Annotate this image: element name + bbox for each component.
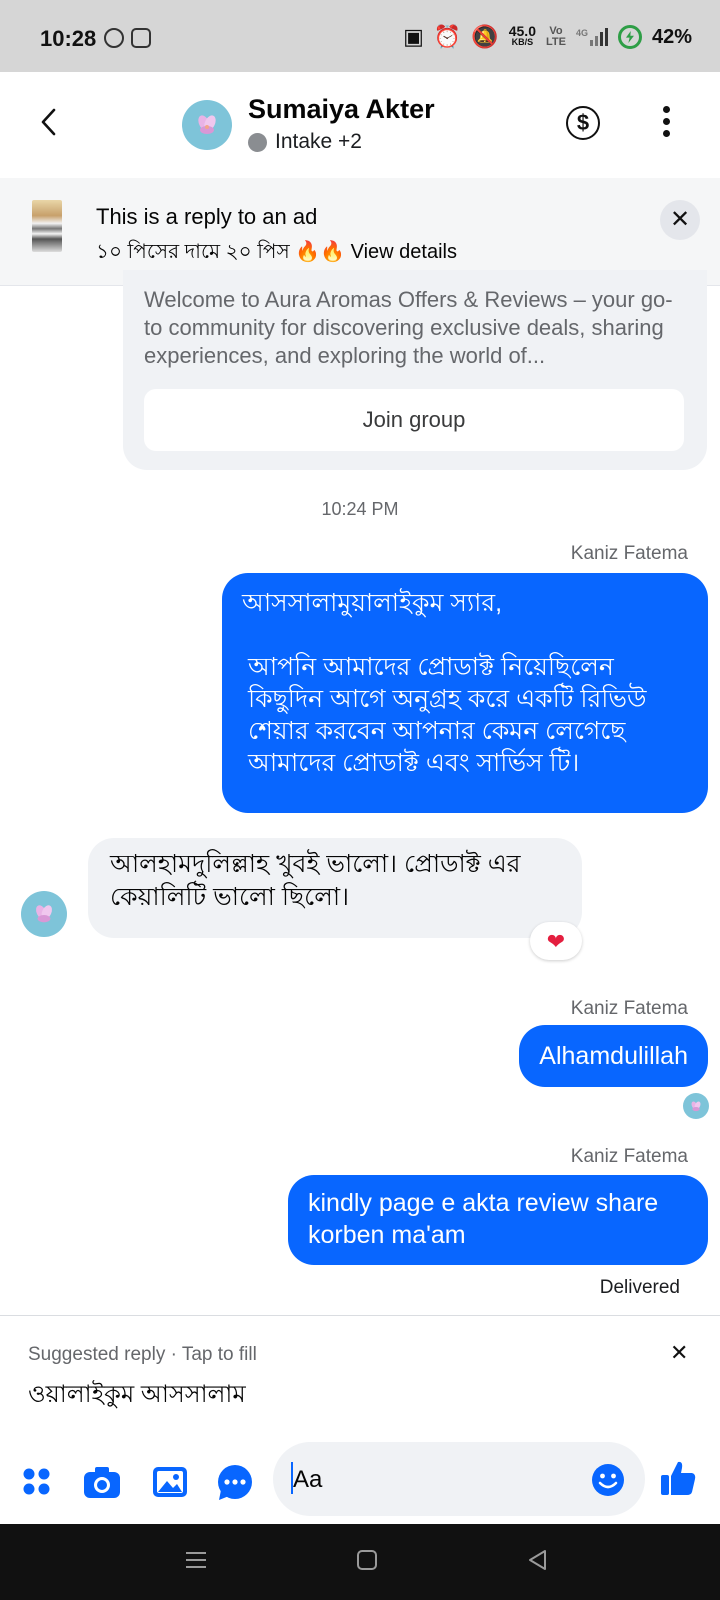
sender-name: Kaniz Fatema — [570, 998, 688, 1019]
camera-icon — [84, 1467, 120, 1498]
smiley-icon — [592, 1464, 624, 1496]
message-composer: Aa — [0, 1440, 720, 1524]
status-dot — [248, 132, 267, 152]
square-icon — [357, 1550, 377, 1570]
signal-icon — [589, 28, 608, 46]
message-timestamp: 10:24 PM — [321, 499, 399, 519]
chat-header: Sumaiya Akter Intake +2 $ — [0, 72, 720, 178]
suggested-reply-close-button[interactable]: ✕ — [670, 1340, 688, 1366]
camera-button[interactable] — [82, 1462, 122, 1502]
dollar-circle-icon: $ — [576, 110, 590, 135]
image-icon — [153, 1467, 187, 1497]
suggested-reply-chip[interactable]: ওয়ালাইকুম আসসালাম — [28, 1376, 246, 1416]
signal-group: 4G — [576, 28, 608, 46]
payment-button[interactable]: $ — [566, 106, 600, 140]
signal-label: 4G — [575, 28, 588, 38]
volte-bottom: LTE — [545, 36, 566, 48]
outgoing-message-bubble[interactable]: Alhamdulillah — [519, 1025, 708, 1087]
status-right-group: ▣ ⏰ 🔕 45.0 KB/S Vo LTE 4G 42% — [403, 22, 692, 52]
ad-banner-title: This is a reply to an ad — [96, 204, 318, 229]
mute-icon: 🔕 — [471, 24, 499, 49]
contact-subtitle-text: Intake +2 — [275, 130, 362, 153]
contact-avatar[interactable] — [182, 100, 232, 150]
suggested-reply-hint: Suggested reply · Tap to fill — [28, 1344, 257, 1365]
status-bar: 10:28 ▣ ⏰ 🔕 45.0 KB/S Vo LTE 4G 42% — [0, 0, 720, 72]
flower-avatar-icon — [36, 905, 52, 923]
battery-charging-icon — [617, 25, 642, 49]
group-invite-card: Welcome to Aura Aromas Offers & Reviews … — [123, 270, 707, 470]
incoming-message-bubble[interactable]: আলহামদুলিল্লাহ খুবই ভালো। প্রোডাক্ট এর ক… — [88, 838, 582, 938]
close-icon: ✕ — [670, 1340, 689, 1365]
chat-bubble-dots-icon — [218, 1465, 252, 1500]
message-text-line: আসসালামুয়ালাইকুম স্যার, — [242, 589, 503, 617]
triangle-back-icon — [529, 1550, 546, 1570]
like-button[interactable] — [658, 1458, 698, 1498]
whatsapp-icon — [104, 28, 124, 48]
thumbs-up-icon — [661, 1461, 696, 1495]
join-group-button[interactable]: Join group — [144, 389, 684, 451]
delivery-status: Delivered — [599, 1277, 680, 1298]
group-description: Welcome to Aura Aromas Offers & Reviews … — [144, 287, 673, 368]
alarm-icon: ⏰ — [433, 24, 462, 49]
recent-apps-button[interactable] — [184, 1548, 208, 1577]
volte-indicator: Vo LTE — [546, 26, 566, 48]
sender-name: Kaniz Fatema — [570, 543, 688, 564]
seen-receipt-avatar — [683, 1093, 709, 1119]
contact-subtitle: Intake +2 — [248, 130, 362, 154]
net-speed-value: 45.0 — [508, 23, 536, 39]
contact-name[interactable]: Sumaiya Akter — [248, 94, 435, 125]
nfc-icon: ▣ — [403, 24, 424, 49]
outgoing-message-bubble[interactable]: kindly page e akta review share korben m… — [288, 1175, 708, 1265]
instagram-icon — [131, 28, 151, 48]
home-button[interactable] — [355, 1548, 379, 1577]
chevron-left-icon — [41, 108, 56, 136]
message-text-body: আপনি আমাদের প্রোডাক্ট নিয়েছিলেন কিছুদিন… — [248, 653, 647, 777]
apps-button[interactable] — [18, 1462, 58, 1502]
battery-percent: 42% — [651, 25, 692, 48]
back-button[interactable] — [30, 102, 70, 142]
message-input[interactable]: Aa — [273, 1442, 645, 1516]
message-input-placeholder: Aa — [293, 1466, 323, 1493]
net-speed: 45.0 KB/S — [508, 23, 536, 48]
contact-avatar-small[interactable] — [21, 891, 67, 937]
heart-icon: ❤ — [546, 929, 566, 954]
emoji-button[interactable] — [591, 1463, 625, 1497]
four-dots-icon — [23, 1468, 50, 1495]
ad-banner-subtitle[interactable]: ১০ পিসের দামে ২০ পিস 🔥🔥 View details — [96, 237, 457, 270]
system-back-button[interactable] — [526, 1548, 550, 1577]
close-icon: ✕ — [669, 206, 691, 233]
flower-avatar-icon — [691, 1101, 701, 1111]
sticker-button[interactable] — [215, 1462, 255, 1502]
message-text: আলহামদুলিল্লাহ খুবই ভালো। প্রোডাক্ট এর ক… — [110, 850, 521, 911]
system-nav-bar — [0, 1524, 720, 1600]
message-text: kindly page e akta review share korben m… — [308, 1189, 659, 1249]
gallery-button[interactable] — [150, 1462, 190, 1502]
menu-lines-icon — [186, 1552, 206, 1568]
messenger-chat-screen: 10:28 ▣ ⏰ 🔕 45.0 KB/S Vo LTE 4G 42% Suma… — [0, 0, 720, 1600]
outgoing-message-bubble[interactable]: আসসালামুয়ালাইকুম স্যার, আপনি আমাদের প্র… — [222, 573, 708, 813]
divider — [0, 1315, 720, 1316]
ad-banner-close-button[interactable]: ✕ — [660, 200, 700, 240]
more-vertical-icon — [662, 106, 670, 113]
net-speed-unit: KB/S — [511, 37, 534, 47]
sender-name: Kaniz Fatema — [570, 1146, 688, 1167]
ad-thumbnail — [32, 200, 62, 252]
flower-avatar-icon — [198, 115, 216, 134]
heart-reaction[interactable]: ❤ — [530, 922, 582, 960]
message-text: Alhamdulillah — [539, 1042, 688, 1070]
more-options-button[interactable] — [656, 106, 676, 140]
status-time: 10:28 — [40, 26, 97, 51]
